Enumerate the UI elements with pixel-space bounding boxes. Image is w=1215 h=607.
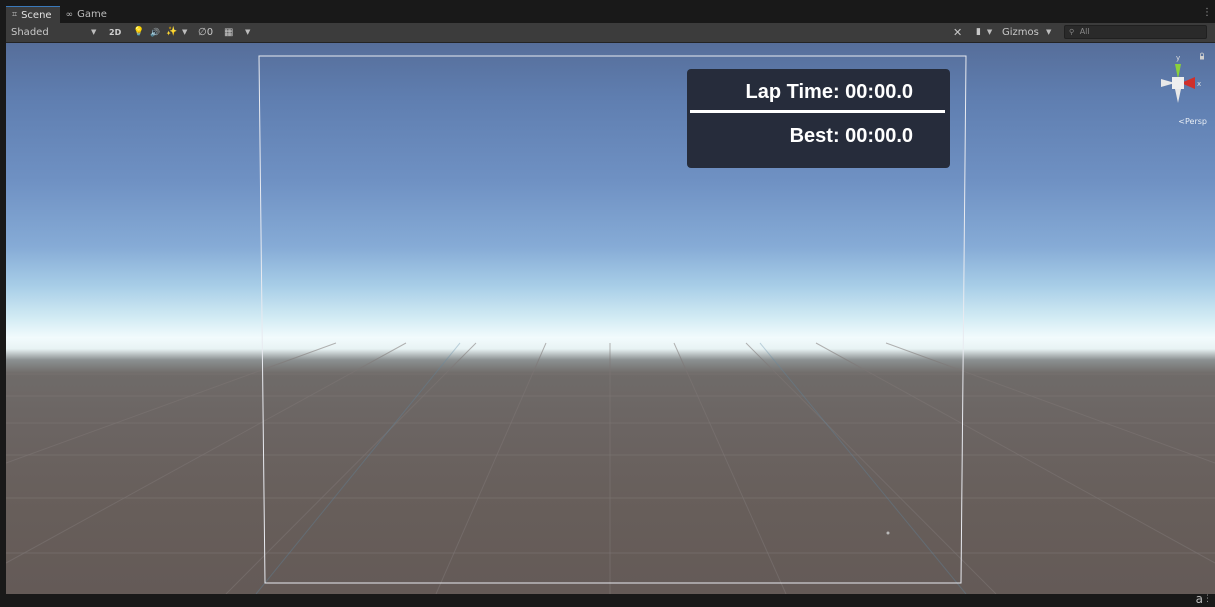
status-bar: a ⋮ [6,592,1215,607]
tools-icon[interactable]: ✕ [953,26,962,39]
camera-icon: ▮ [976,27,981,37]
tab-strip: ⌗ Scene ∞ Game ⋮ [6,6,1215,23]
camera-settings-dropdown[interactable]: ▮ [976,26,992,39]
lap-time-divider [690,110,945,113]
scene-window: ⌗ Scene ∞ Game ⋮ Shaded ▼ 2D 💡 🔊 ✨ ▼ ∅0 … [6,6,1215,607]
gizmo-y-label: y [1176,54,1180,62]
gizmo-x-label: x [1197,80,1201,88]
shading-mode-dropdown[interactable]: Shaded [11,26,49,39]
projection-text: Persp [1185,117,1207,126]
gizmos-button[interactable]: Gizmos [1002,26,1039,39]
axis-gizmo-icon: y x [1161,52,1204,103]
search-icon: ⚲ [1069,28,1075,36]
tab-menu-icon[interactable]: ⋮ [1202,7,1212,18]
game-controller-icon: ∞ [65,9,74,20]
gizmo-lock-icon [1200,56,1204,60]
hidden-count: 0 [206,27,214,38]
perspective-icon: < [1178,117,1185,126]
lighting-toggle-icon[interactable]: 💡 [133,26,144,39]
search-placeholder: All [1079,27,1090,36]
tab-game[interactable]: ∞ Game [60,6,115,23]
2d-toggle-button[interactable]: 2D [109,26,121,39]
scene-viewport[interactable]: Lap Time: 00:00.0 Best: 00:00.0 y x <Per… [6,43,1215,594]
scene-visibility-toggle[interactable]: ∅0 [198,26,213,39]
gizmos-label: Gizmos [1002,27,1039,38]
grid-dropdown-arrow-icon[interactable]: ▼ [245,26,250,39]
tab-scene-label: Scene [21,9,52,21]
status-icon[interactable]: a [1196,592,1203,606]
best-time-text: Best: 00:00.0 [789,125,913,147]
tab-scene[interactable]: ⌗ Scene [6,6,60,23]
visibility-icon: ∅ [198,27,207,38]
audio-toggle-icon[interactable]: 🔊 [150,26,160,39]
grid-toggle-icon[interactable]: ▦ [224,26,233,39]
tab-game-label: Game [77,9,107,20]
lap-time-text: Lap Time: 00:00.0 [745,81,913,103]
effects-toggle-icon[interactable]: ✨ [166,26,177,39]
shading-mode-label: Shaded [11,27,49,38]
search-field[interactable]: ⚲ All [1064,25,1207,39]
gizmos-dropdown-arrow-icon[interactable]: ▼ [1046,26,1051,39]
lap-time-panel: Lap Time: 00:00.0 Best: 00:00.0 [687,69,950,168]
effects-dropdown-arrow-icon[interactable]: ▼ [182,26,187,39]
shading-mode-arrow-icon[interactable]: ▼ [91,26,96,39]
orientation-gizmo[interactable]: y x [1155,49,1207,119]
projection-label[interactable]: <Persp [1178,117,1207,126]
scene-grid-icon: ⌗ [12,10,18,20]
status-menu-icon[interactable]: ⋮ [1203,594,1212,604]
scene-toolbar: Shaded ▼ 2D 💡 🔊 ✨ ▼ ∅0 ▦ ▼ ✕ ▮ Gizmos ▼ … [6,23,1215,43]
